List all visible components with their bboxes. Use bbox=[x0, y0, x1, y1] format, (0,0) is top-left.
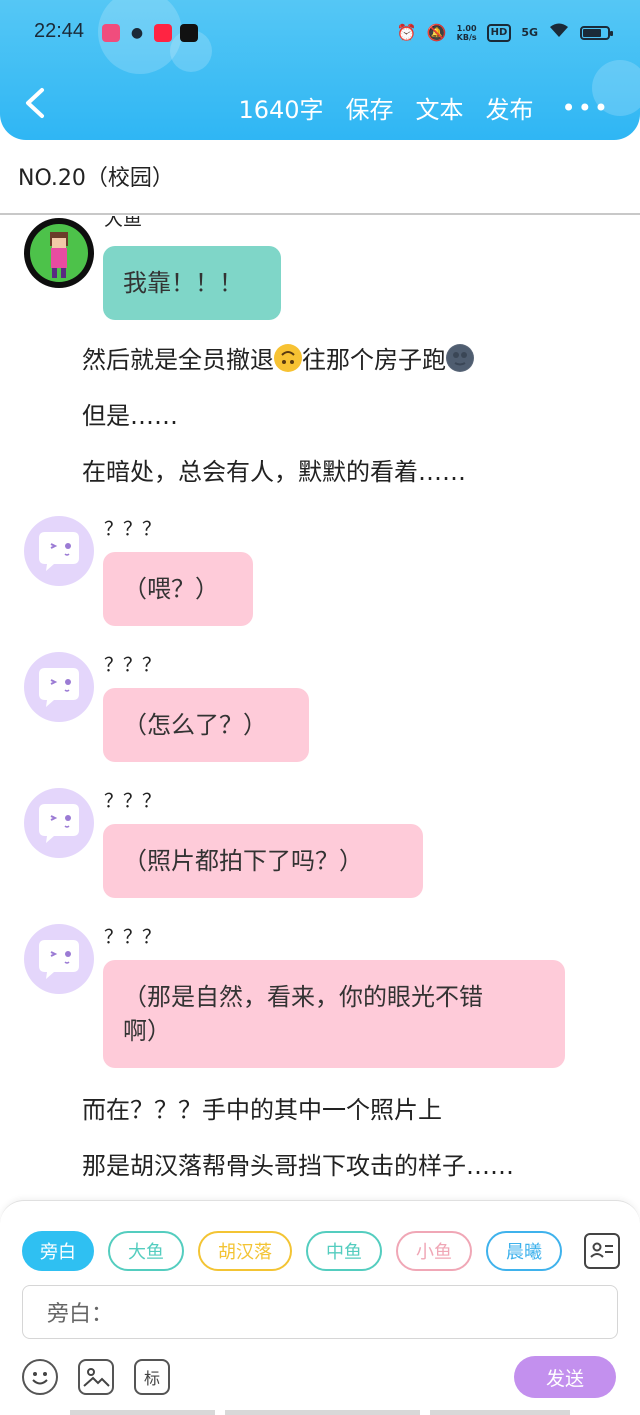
image-button[interactable] bbox=[78, 1359, 114, 1395]
role-manager-button[interactable] bbox=[584, 1233, 620, 1269]
xiaohongshu-icon bbox=[154, 24, 172, 42]
alarm-icon: ⏰ bbox=[396, 22, 417, 42]
new-moon-face-icon bbox=[446, 344, 474, 372]
network-speed-value: 1.00 bbox=[456, 23, 477, 33]
wechat-icon: ● bbox=[130, 25, 144, 41]
more-options-button[interactable]: ••• bbox=[562, 94, 610, 122]
status-right: ⏰ 🔕 1.00 KB/s HD 5G bbox=[396, 22, 613, 43]
status-bar: 22:44 ● ⏰ 🔕 1.00 KB/s HD 5G bbox=[34, 18, 613, 52]
message-bubble[interactable]: （那是自然，看来，你的眼光不错 啊） bbox=[103, 960, 565, 1068]
narration-line[interactable]: 而在？？？手中的其中一个照片上 bbox=[82, 1090, 442, 1125]
speaker-name: 大鱼 bbox=[104, 216, 143, 230]
avatar-unknown[interactable] bbox=[24, 788, 94, 858]
narration-line[interactable]: 在暗处，总会有人，默默的看着…… bbox=[82, 452, 466, 487]
chat-bubble-face-icon bbox=[39, 668, 79, 707]
mute-icon: 🔕 bbox=[426, 22, 447, 42]
role-selector: 旁白 大鱼 胡汉落 中鱼 小鱼 晨曦 bbox=[22, 1231, 562, 1271]
back-button[interactable] bbox=[22, 86, 52, 126]
wifi-icon bbox=[548, 22, 570, 43]
speaker-name: ？？？ bbox=[104, 654, 162, 676]
narration-text: 然后就是全员撤退 bbox=[82, 346, 274, 374]
role-chip-huhanluo[interactable]: 胡汉落 bbox=[198, 1231, 292, 1271]
toolbar-actions: 1640字 保存 文本 发布 ••• bbox=[238, 90, 610, 125]
notification-app-icon bbox=[102, 24, 120, 42]
marker-button[interactable]: 标 bbox=[134, 1359, 170, 1395]
battery-icon bbox=[580, 25, 613, 40]
send-button[interactable]: 发送 bbox=[514, 1356, 616, 1398]
word-count: 1640字 bbox=[238, 96, 324, 124]
compose-panel: 旁白 大鱼 胡汉落 中鱼 小鱼 晨曦 旁白： 标 发送 bbox=[0, 1200, 640, 1415]
role-chip-narrator[interactable]: 旁白 bbox=[22, 1231, 94, 1271]
message-line: 啊） bbox=[123, 1017, 171, 1045]
editor-toolbar: 1640字 保存 文本 发布 ••• bbox=[0, 80, 640, 136]
battery-fill bbox=[583, 28, 601, 37]
character-avatar-icon bbox=[30, 224, 88, 282]
chat-message[interactable]: ？？？ （照片都拍下了吗？） bbox=[0, 784, 640, 904]
chat-message[interactable]: ？？？ （喂？） bbox=[0, 512, 640, 632]
network-speed: 1.00 KB/s bbox=[457, 24, 477, 42]
chat-message[interactable]: 大鱼 我靠！！！ bbox=[0, 216, 640, 328]
role-chip-chenxi[interactable]: 晨曦 bbox=[486, 1231, 562, 1271]
role-chip-xiaoyu[interactable]: 小鱼 bbox=[396, 1231, 472, 1271]
chat-bubble-face-icon bbox=[39, 940, 79, 979]
image-icon bbox=[83, 1368, 110, 1387]
avatar-dayu[interactable] bbox=[24, 218, 94, 288]
navigation-bar bbox=[70, 1410, 570, 1415]
title-divider bbox=[0, 213, 640, 215]
avatar-unknown[interactable] bbox=[24, 516, 94, 586]
message-input[interactable]: 旁白： bbox=[22, 1285, 618, 1339]
status-app-icons: ● bbox=[102, 24, 198, 42]
narration-line[interactable]: 那是胡汉落帮骨头哥挡下攻击的样子…… bbox=[82, 1146, 514, 1181]
contact-card-icon bbox=[590, 1242, 613, 1258]
message-bubble[interactable]: 我靠！！！ bbox=[103, 246, 281, 320]
avatar-unknown[interactable] bbox=[24, 924, 94, 994]
save-button[interactable]: 保存 bbox=[346, 90, 394, 125]
chevron-left-icon bbox=[26, 88, 44, 118]
message-bubble[interactable]: （喂？） bbox=[103, 552, 253, 626]
chat-bubble-face-icon bbox=[39, 804, 79, 843]
smiley-icon bbox=[32, 1372, 48, 1385]
speaker-name: ？？？ bbox=[104, 926, 162, 948]
publish-button[interactable]: 发布 bbox=[486, 90, 534, 125]
chat-bubble-face-icon bbox=[39, 532, 79, 571]
speaker-name: ？？？ bbox=[104, 518, 162, 540]
speaker-name: ？？？ bbox=[104, 790, 162, 812]
narration-text: 往那个房子跑 bbox=[302, 346, 446, 374]
network-speed-unit: KB/s bbox=[456, 32, 477, 42]
chat-message[interactable]: ？？？ （怎么了？） bbox=[0, 648, 640, 768]
text-button[interactable]: 文本 bbox=[416, 90, 464, 125]
emoji-button[interactable] bbox=[22, 1359, 58, 1395]
avatar-unknown[interactable] bbox=[24, 652, 94, 722]
message-bubble[interactable]: （怎么了？） bbox=[103, 688, 309, 762]
upside-down-face-icon bbox=[274, 344, 302, 372]
status-time: 22:44 bbox=[34, 20, 85, 42]
role-chip-dayu[interactable]: 大鱼 bbox=[108, 1231, 184, 1271]
role-chip-zhongyu[interactable]: 中鱼 bbox=[306, 1231, 382, 1271]
narration-line[interactable]: 然后就是全员撤退 往那个房子跑 bbox=[82, 340, 474, 375]
tiktok-icon bbox=[180, 24, 198, 42]
story-content[interactable]: 大鱼 我靠！！！ 然后就是全员撤退 往那个房子跑 但是…… 在暗处，总会有人，默… bbox=[0, 216, 640, 1200]
signal-label: 5G bbox=[521, 26, 538, 39]
compose-tools: 标 bbox=[22, 1359, 170, 1395]
hd-badge: HD bbox=[486, 23, 512, 42]
chat-message[interactable]: ？？？ （那是自然，看来，你的眼光不错 啊） bbox=[0, 920, 640, 1080]
chapter-title[interactable]: NO.20（校园） bbox=[18, 160, 174, 192]
message-line: （那是自然，看来，你的眼光不错 bbox=[123, 983, 483, 1011]
app-header: 22:44 ● ⏰ 🔕 1.00 KB/s HD 5G 1640字 保存 文本 … bbox=[0, 0, 640, 140]
message-bubble[interactable]: （照片都拍下了吗？） bbox=[103, 824, 423, 898]
narration-line[interactable]: 但是…… bbox=[82, 396, 178, 431]
